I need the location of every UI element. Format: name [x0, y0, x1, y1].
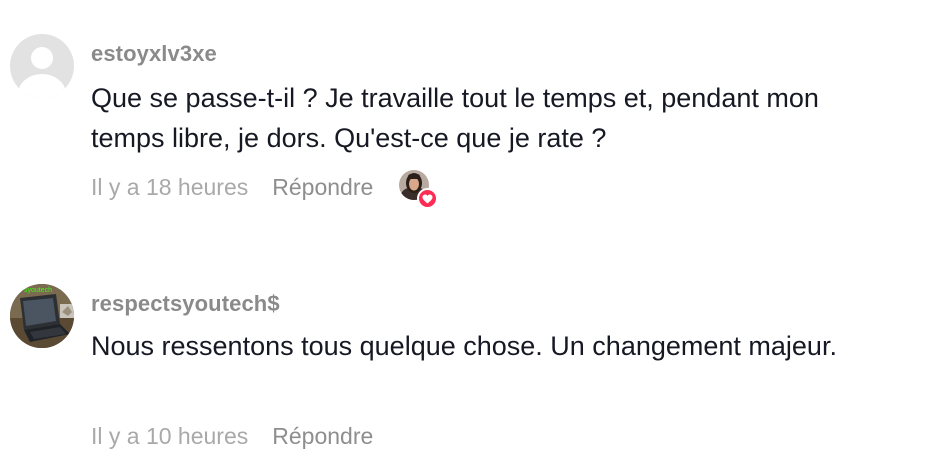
heart-icon	[417, 188, 439, 209]
comment-meta: Il y a 18 heures Répondre	[91, 170, 439, 209]
comment-username[interactable]: estoyxlv3xe	[91, 41, 217, 67]
comment-timestamp: Il y a 18 heures	[91, 173, 249, 200]
reply-button[interactable]: Répondre	[272, 174, 373, 201]
avatar-head-shape	[31, 47, 53, 69]
heart-icon-glyph	[422, 193, 433, 204]
comment-timestamp: Il y a 10 heures	[91, 422, 249, 449]
avatar-shoulders-shape	[18, 74, 66, 98]
comment-item: syoutech respectsyoutech$ Nous ressenton…	[0, 262, 934, 470]
default-avatar-icon[interactable]	[10, 34, 74, 98]
comment-text: Nous ressentons tous quelque chose. Un c…	[91, 331, 837, 361]
comment-item: estoyxlv3xe Que se passe-t-il ? Je trava…	[0, 0, 934, 230]
comment-username[interactable]: respectsyoutech$	[91, 291, 280, 317]
comment-meta: Il y a 10 heures Répondre	[91, 419, 373, 453]
user-avatar[interactable]: syoutech	[10, 284, 74, 348]
avatar-caption: syoutech	[24, 287, 52, 294]
liked-by-creator-badge	[399, 170, 439, 209]
comment-text: Que se passe-t-il ? Je travaille tout le…	[91, 83, 819, 153]
laptop-avatar-image: syoutech	[10, 284, 74, 348]
reply-button[interactable]: Répondre	[272, 423, 373, 450]
